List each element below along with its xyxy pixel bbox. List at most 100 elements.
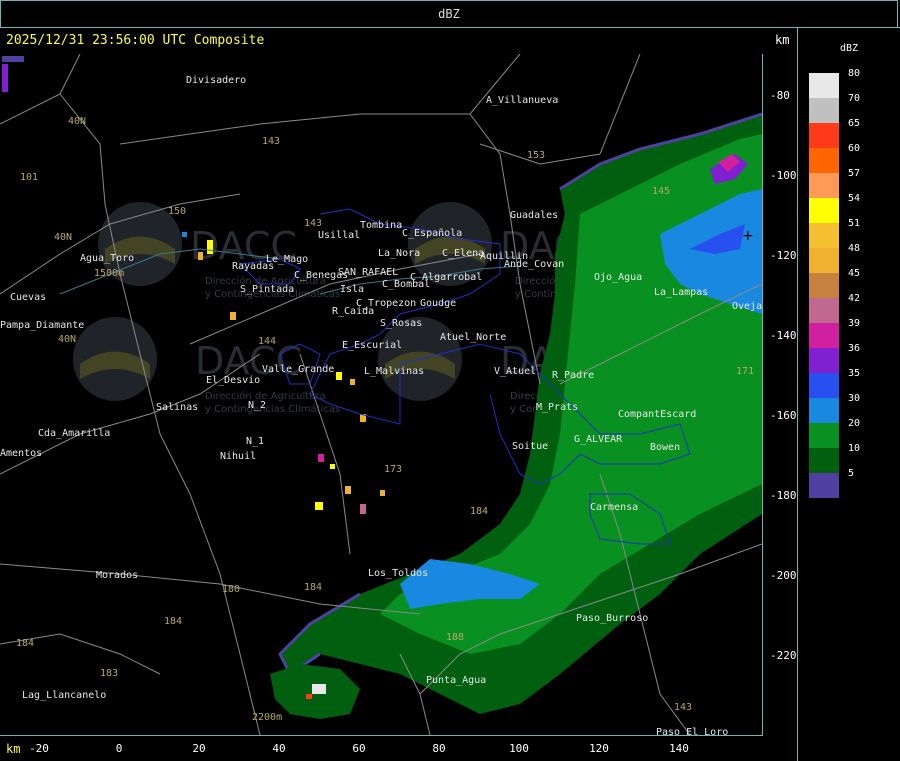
place-label: Paso_El_Loro: [656, 727, 728, 735]
legend-label: 70: [848, 93, 861, 104]
road-number: 143: [304, 218, 322, 229]
map-bottom-border: [0, 735, 763, 736]
echo-cell: [330, 464, 335, 469]
place-label: Valle_Grande: [262, 364, 334, 375]
y-tick: -140: [770, 329, 797, 342]
place-label: Cda_Amarilla: [38, 428, 110, 439]
product-title: dBZ: [438, 7, 460, 21]
x-axis-unit: km: [6, 742, 21, 756]
road-number: 171: [736, 366, 754, 377]
legend-label: 36: [848, 343, 861, 354]
road-number: 144: [258, 336, 276, 347]
road-number: 184: [304, 582, 322, 593]
place-label: Carmensa: [590, 502, 638, 513]
place-label: Tombina: [360, 220, 402, 231]
legend-title: dBZ: [840, 43, 859, 54]
legend-swatch: [809, 473, 839, 498]
road-number: 150: [168, 206, 186, 217]
place-label: Agua_Toro: [80, 253, 134, 264]
place-label: El_Desvio: [206, 375, 260, 386]
place-label: Guadales: [510, 210, 558, 221]
place-label: S_Rosas: [380, 318, 422, 329]
echo-core-red: [306, 694, 312, 699]
road-number: 184: [16, 638, 34, 649]
echo-cell: [2, 56, 24, 62]
road-number: 143: [674, 702, 692, 713]
place-label: Isla: [340, 284, 364, 295]
echo-cell: [207, 240, 213, 254]
y-tick: -80: [770, 89, 790, 102]
radar-map[interactable]: DACC Dirección de Agricultura y Continge…: [0, 54, 762, 735]
legend-label: 45: [848, 268, 861, 279]
place-label: Ande_Covan: [504, 259, 564, 270]
place-label: Le_Mago: [266, 254, 308, 265]
legend-swatch: [809, 423, 839, 448]
legend-swatch: [809, 323, 839, 348]
x-tick: 40: [272, 742, 286, 755]
legend-label: 30: [848, 393, 861, 404]
echo-cell: [315, 502, 323, 510]
legend-swatch: [809, 348, 839, 373]
legend-label: 57: [848, 168, 861, 179]
place-label: Bowen: [650, 442, 680, 453]
legend-swatch: [809, 73, 839, 98]
echo-cell: [360, 504, 366, 514]
legend-swatch: [809, 173, 839, 198]
road-number: 153: [527, 150, 545, 161]
legend-swatch: [809, 273, 839, 298]
frame-divider: [0, 27, 900, 28]
place-label: Ojo_Agua: [594, 272, 642, 283]
place-label: R_Padre: [552, 370, 594, 381]
legend-label: 20: [848, 418, 861, 429]
color-legend: dBZ 80 70 65 60 57 54 51 48 45 42 39 36 35 30 20 10 5: [800, 28, 900, 761]
legend-label: 60: [848, 143, 861, 154]
y-tick: -160: [770, 409, 797, 422]
radar-map-canvas: DACC Dirección de Agricultura y Continge…: [0, 54, 762, 735]
place-label: Nihuil: [220, 451, 256, 462]
legend-label: 35: [848, 368, 861, 379]
place-label: A_Villanueva: [486, 95, 558, 106]
legend-label: 42: [848, 293, 861, 304]
legend-label: 65: [848, 118, 861, 129]
place-label: V_Atuel: [494, 366, 536, 377]
place-label: Lag_Llancanelo: [22, 690, 106, 701]
place-label: C_Algarrobal: [410, 272, 482, 283]
echo-cell: [230, 312, 236, 320]
legend-label: 80: [848, 68, 861, 79]
legend-label: 51: [848, 218, 861, 229]
place-label: M_Prats: [536, 402, 578, 413]
x-tick: 140: [669, 742, 689, 755]
x-tick: 60: [352, 742, 366, 755]
place-label: Divisadero: [186, 75, 246, 86]
place-label: Atuel_Norte: [440, 332, 506, 343]
place-label: Salinas: [156, 402, 198, 413]
legend-label: 5: [848, 468, 855, 479]
road-number: 188: [446, 632, 464, 643]
x-tick: -20: [29, 742, 49, 755]
x-tick: 120: [589, 742, 609, 755]
place-label: G_ALVEAR: [574, 434, 623, 445]
place-label: CompantEscard: [618, 409, 696, 420]
place-label: SAN_RAFAEL: [338, 267, 398, 278]
place-label: L_Malvinas: [364, 366, 424, 377]
road-number: 145: [652, 186, 670, 197]
place-label: N_1: [246, 436, 264, 447]
legend-swatch: [809, 123, 839, 148]
legend-label: 39: [848, 318, 861, 329]
echo-cell: [345, 486, 351, 494]
place-label: Cuevas: [10, 292, 46, 303]
legend-swatch: [809, 98, 839, 123]
y-axis-unit: km: [775, 33, 790, 47]
y-tick: -100: [770, 169, 797, 182]
road-number: 183: [100, 668, 118, 679]
place-label: S_Pintada: [240, 284, 294, 295]
road-number: 180: [222, 584, 240, 595]
legend-swatch: [809, 298, 839, 323]
road-number: 184: [470, 506, 488, 517]
place-label: Amentos: [0, 448, 42, 459]
y-tick: -120: [770, 249, 797, 262]
echo-cell: [350, 379, 355, 385]
place-label: Punta_Agua: [426, 675, 486, 686]
legend-swatch: [809, 198, 839, 223]
place-label: La_Lampas: [654, 287, 708, 298]
